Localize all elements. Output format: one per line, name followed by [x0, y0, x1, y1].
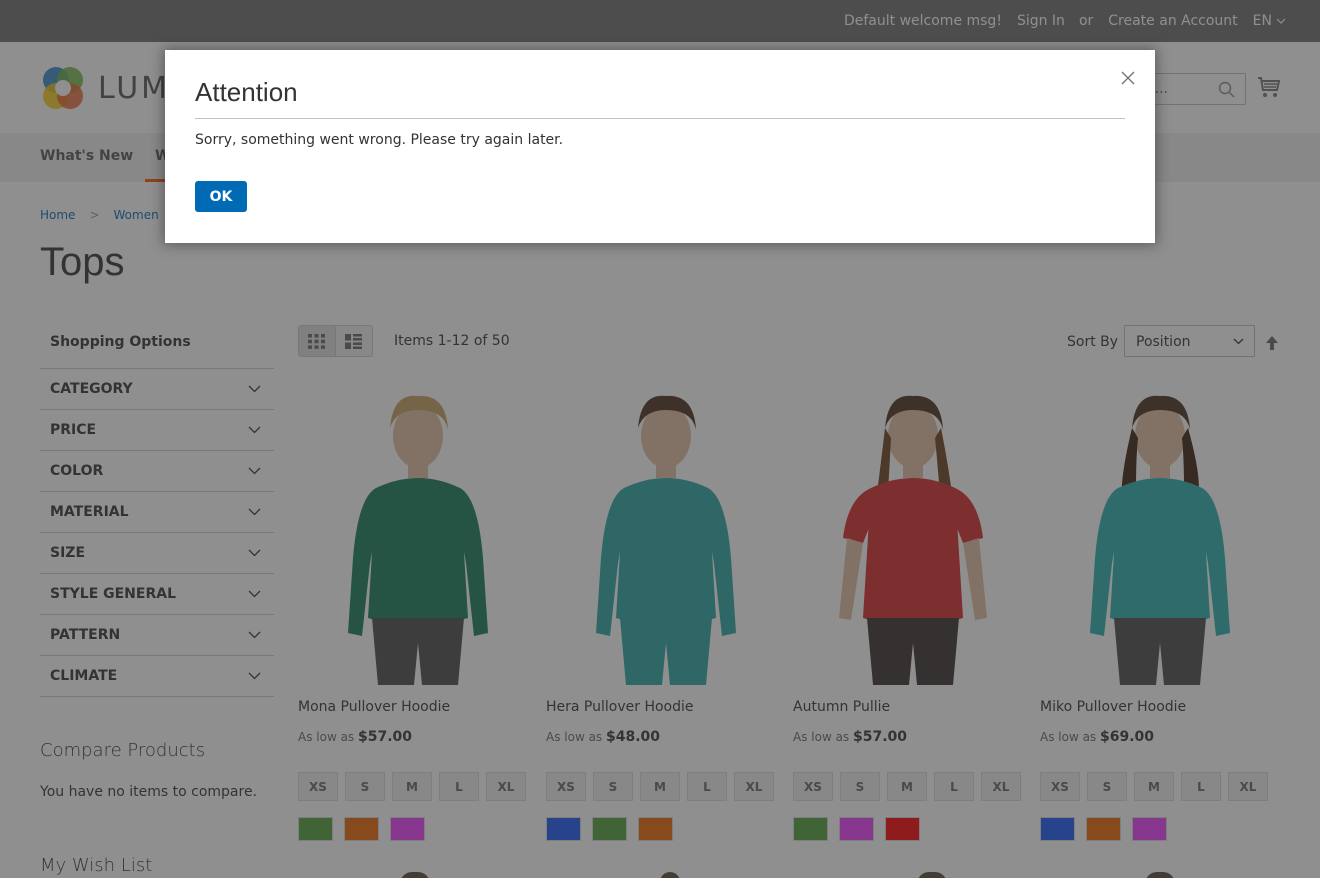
attention-modal: Attention Sorry, something went wrong. P… [165, 50, 1155, 243]
modal-close-button[interactable] [1117, 67, 1139, 89]
ok-button[interactable]: OK [195, 181, 247, 212]
close-icon [1121, 71, 1135, 85]
modal-divider [195, 118, 1125, 119]
modal-message: Sorry, something went wrong. Please try … [195, 132, 564, 148]
modal-title: Attention [195, 77, 298, 107]
